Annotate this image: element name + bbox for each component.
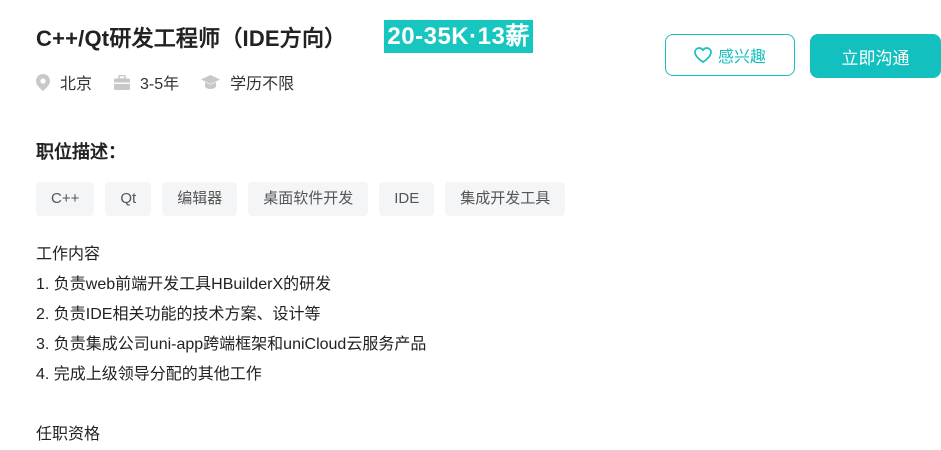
description-line: 3. 负责集成公司uni-app跨端框架和uniCloud云服务产品 bbox=[36, 336, 427, 353]
graduation-cap-icon bbox=[201, 74, 221, 89]
interest-label: 感兴趣 bbox=[717, 49, 766, 66]
job-header: C++/Qt研发工程师（IDE方向） 20-35K·13薪 bbox=[36, 20, 533, 53]
location-pin-icon bbox=[36, 73, 50, 91]
meta-experience: 3-5年 bbox=[114, 70, 179, 94]
salary-badge: 20-35K·13薪 bbox=[384, 20, 533, 53]
skill-tags: C++ Qt 编辑器 桌面软件开发 IDE 集成开发工具 bbox=[36, 182, 576, 216]
description-line: 1. 负责web前端开发工具HBuilderX的研发 bbox=[36, 276, 332, 293]
job-meta: 北京 3-5年 学历不限 bbox=[36, 70, 316, 94]
skill-tag: IDE bbox=[379, 182, 435, 216]
interest-button[interactable]: 感兴趣 bbox=[665, 34, 795, 76]
location-text: 北京 bbox=[60, 76, 93, 93]
briefcase-icon bbox=[114, 74, 131, 90]
skill-tag: 编辑器 bbox=[162, 182, 238, 216]
job-title: C++/Qt研发工程师（IDE方向） bbox=[36, 25, 347, 51]
chat-label: 立即沟通 bbox=[841, 48, 910, 68]
education-text: 学历不限 bbox=[230, 76, 295, 93]
job-description: 工作内容 1. 负责web前端开发工具HBuilderX的研发 2. 负责IDE… bbox=[36, 240, 426, 450]
skill-tag: 桌面软件开发 bbox=[248, 182, 369, 216]
section-title: 职位描述： bbox=[36, 142, 126, 162]
heart-icon bbox=[694, 47, 712, 63]
description-line: 4. 完成上级领导分配的其他工作 bbox=[36, 366, 262, 383]
experience-text: 3-5年 bbox=[140, 76, 180, 93]
description-line: 任职资格 bbox=[36, 426, 101, 443]
skill-tag: C++ bbox=[36, 182, 95, 216]
description-line: 2. 负责IDE相关功能的技术方案、设计等 bbox=[36, 306, 321, 323]
skill-tag: Qt bbox=[105, 182, 152, 216]
chat-now-button[interactable]: 立即沟通 bbox=[810, 34, 941, 78]
meta-education: 学历不限 bbox=[201, 70, 294, 94]
description-line: 工作内容 bbox=[36, 246, 101, 263]
meta-location: 北京 bbox=[36, 70, 92, 94]
skill-tag: 集成开发工具 bbox=[445, 182, 566, 216]
description-line bbox=[36, 390, 426, 420]
